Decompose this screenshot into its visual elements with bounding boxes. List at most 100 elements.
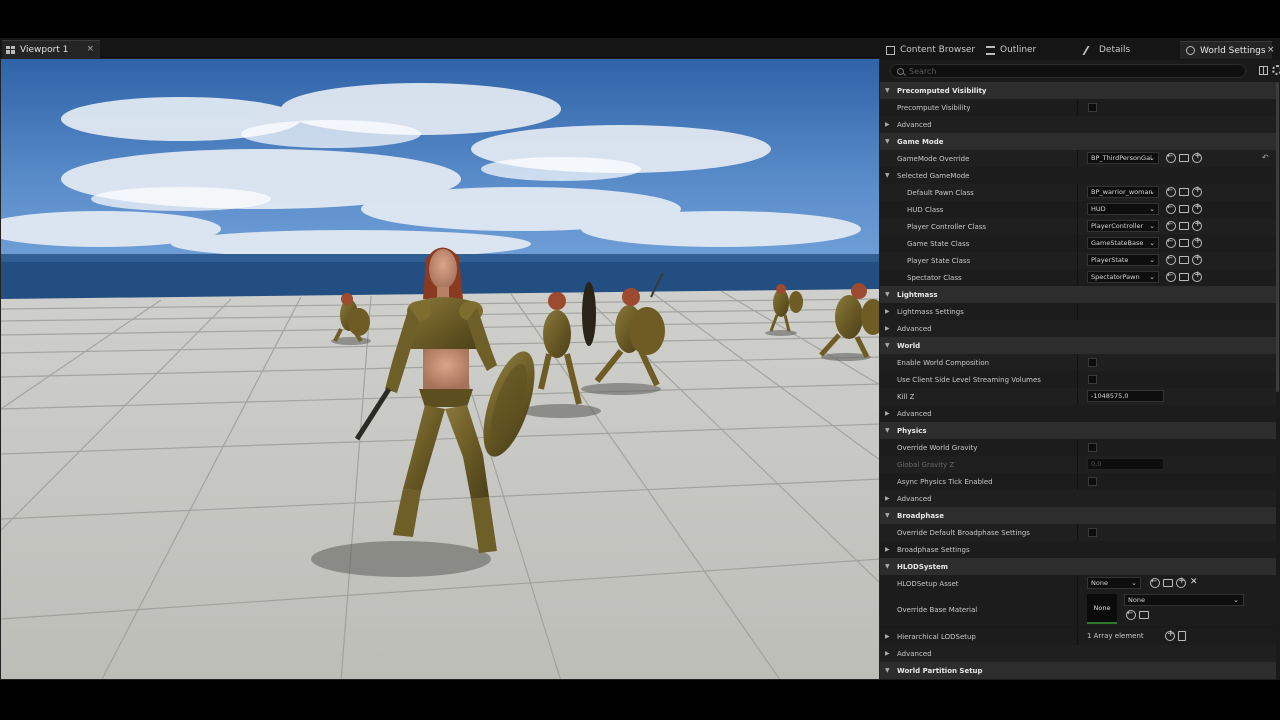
expand-arrow-icon: ▼ [885, 512, 890, 519]
override-base-material-combo[interactable]: None ⌄ [1124, 594, 1244, 606]
tab-label: Content Browser [900, 45, 976, 55]
row-selected-gamemode[interactable]: ▼ Selected GameMode [880, 167, 1276, 184]
use-selected-icon[interactable] [1166, 186, 1176, 197]
row-default-pawn-class: Default Pawn Class BP_warrior_woman ⌄ [880, 184, 1276, 201]
trash-icon[interactable] [1178, 631, 1186, 641]
reset-to-default-icon[interactable]: ↶ [1262, 153, 1269, 162]
category-precomputed-visibility[interactable]: ▼ Precomputed Visibility [880, 82, 1276, 99]
viewport-tab[interactable]: Viewport 1 × [2, 40, 100, 58]
client-side-streaming-checkbox[interactable] [1088, 375, 1097, 384]
collapse-arrow-icon: ▶ [885, 325, 890, 332]
override-broadphase-checkbox[interactable] [1088, 528, 1097, 537]
add-icon[interactable] [1192, 219, 1202, 231]
row-async-physics-tick: Async Physics Tick Enabled [880, 473, 1276, 490]
gear-icon[interactable] [1272, 65, 1280, 75]
use-selected-icon[interactable] [1166, 271, 1176, 282]
hud-class-combo[interactable]: HUD ⌄ [1087, 203, 1159, 215]
async-physics-tick-checkbox[interactable] [1088, 477, 1097, 486]
viewport-tab-label: Viewport 1 [20, 44, 69, 55]
row-hlod-setup-asset: HLODSetup Asset None ⌄ [880, 575, 1276, 592]
tab-world-settings[interactable]: World Settings [1180, 41, 1272, 59]
browse-folder-icon[interactable] [1179, 256, 1189, 264]
kill-z-input[interactable]: -1048575,0 [1087, 390, 1164, 402]
default-pawn-class-combo[interactable]: BP_warrior_woman ⌄ [1087, 186, 1159, 198]
add-icon[interactable] [1192, 151, 1202, 163]
row-advanced[interactable]: ▶ Advanced [880, 116, 1276, 133]
hlod-setup-asset-combo[interactable]: None ⌄ [1087, 577, 1141, 589]
details-icon [1082, 45, 1097, 55]
category-physics[interactable]: ▼ Physics [880, 422, 1276, 439]
use-selected-icon[interactable] [1166, 254, 1176, 265]
gamemode-override-combo[interactable]: BP_ThirdPersonGai ⌄ [1087, 152, 1159, 164]
player-state-class-combo[interactable]: PlayerState ⌄ [1087, 254, 1159, 266]
add-icon[interactable] [1192, 236, 1202, 248]
expand-arrow-icon: ▼ [885, 172, 890, 179]
game-state-class-combo[interactable]: GameStateBase ⌄ [1087, 237, 1159, 249]
tab-outliner[interactable]: Outliner [986, 41, 1036, 59]
row-hierarchical-lod-setup[interactable]: ▶ Hierarchical LODSetup 1 Array element [880, 628, 1276, 645]
world-settings-icon [1186, 46, 1195, 55]
tab-details[interactable]: Details [1082, 41, 1130, 59]
close-icon[interactable]: × [86, 44, 94, 54]
add-icon[interactable] [1192, 253, 1202, 265]
viewport-scene [1, 59, 879, 679]
add-icon[interactable] [1192, 185, 1202, 197]
add-icon[interactable] [1192, 270, 1202, 282]
expand-arrow-icon: ▼ [885, 138, 890, 145]
use-selected-icon[interactable] [1166, 152, 1176, 163]
collapse-arrow-icon: ▶ [885, 650, 890, 657]
row-broadphase-settings[interactable]: ▶ Broadphase Settings [880, 541, 1276, 558]
use-selected-icon[interactable] [1166, 220, 1176, 231]
browse-folder-icon[interactable] [1179, 273, 1189, 281]
content-browser-icon [886, 45, 895, 55]
use-selected-icon[interactable] [1166, 237, 1176, 248]
letterbox-top [0, 0, 1280, 38]
row-override-base-material: Override Base Material None None ⌄ [880, 592, 1276, 626]
search-input[interactable]: Search [890, 64, 1246, 78]
row-advanced[interactable]: ▶ Advanced [880, 490, 1276, 507]
material-thumbnail[interactable]: None [1087, 594, 1117, 624]
browse-folder-icon[interactable] [1179, 239, 1189, 247]
category-hlod-system[interactable]: ▼ HLODSystem [880, 558, 1276, 575]
precompute-visibility-checkbox[interactable] [1088, 103, 1097, 112]
level-viewport[interactable] [0, 58, 880, 680]
use-selected-icon[interactable] [1166, 203, 1176, 214]
row-global-gravity-z: Global Gravity Z 0,0 [880, 456, 1276, 473]
category-world-partition-setup[interactable]: ▼ World Partition Setup [880, 662, 1276, 679]
category-game-mode[interactable]: ▼ Game Mode [880, 133, 1276, 150]
row-advanced[interactable]: ▶ Advanced [880, 645, 1276, 662]
browse-folder-icon[interactable] [1179, 205, 1189, 213]
search-icon [897, 67, 904, 75]
player-controller-class-combo[interactable]: PlayerController ⌄ [1087, 220, 1159, 232]
add-icon[interactable] [1192, 202, 1202, 214]
search-placeholder: Search [909, 66, 937, 76]
view-options-icon[interactable] [1259, 66, 1268, 75]
tab-content-browser[interactable]: Content Browser [886, 41, 975, 59]
browse-folder-icon[interactable] [1163, 579, 1173, 587]
row-enable-world-composition: Enable World Composition [880, 354, 1276, 371]
row-lightmass-settings[interactable]: ▶ Lightmass Settings [880, 303, 1276, 320]
add-element-icon[interactable] [1165, 629, 1175, 641]
panel-scrollbar[interactable] [1276, 82, 1279, 392]
close-icon[interactable]: × [1267, 41, 1275, 59]
override-world-gravity-checkbox[interactable] [1088, 443, 1097, 452]
use-selected-icon[interactable] [1150, 577, 1160, 588]
row-advanced[interactable]: ▶ Advanced [880, 320, 1276, 337]
collapse-arrow-icon: ▶ [885, 121, 890, 128]
enable-world-composition-checkbox[interactable] [1088, 358, 1097, 367]
browse-folder-icon[interactable] [1179, 222, 1189, 230]
category-broadphase[interactable]: ▼ Broadphase [880, 507, 1276, 524]
browse-folder-icon[interactable] [1179, 188, 1189, 196]
row-client-side-streaming: Use Client Side Level Streaming Volumes [880, 371, 1276, 388]
category-world[interactable]: ▼ World [880, 337, 1276, 354]
collapse-arrow-icon: ▶ [885, 410, 890, 417]
clear-icon[interactable] [1189, 577, 1199, 588]
spectator-class-combo[interactable]: SpectatorPawn ⌄ [1087, 271, 1159, 283]
add-icon[interactable] [1176, 576, 1186, 588]
category-lightmass[interactable]: ▼ Lightmass [880, 286, 1276, 303]
use-selected-icon[interactable] [1126, 609, 1136, 620]
browse-folder-icon[interactable] [1139, 611, 1149, 619]
browse-folder-icon[interactable] [1179, 154, 1189, 162]
outliner-icon [986, 45, 995, 55]
row-advanced[interactable]: ▶ Advanced [880, 405, 1276, 422]
